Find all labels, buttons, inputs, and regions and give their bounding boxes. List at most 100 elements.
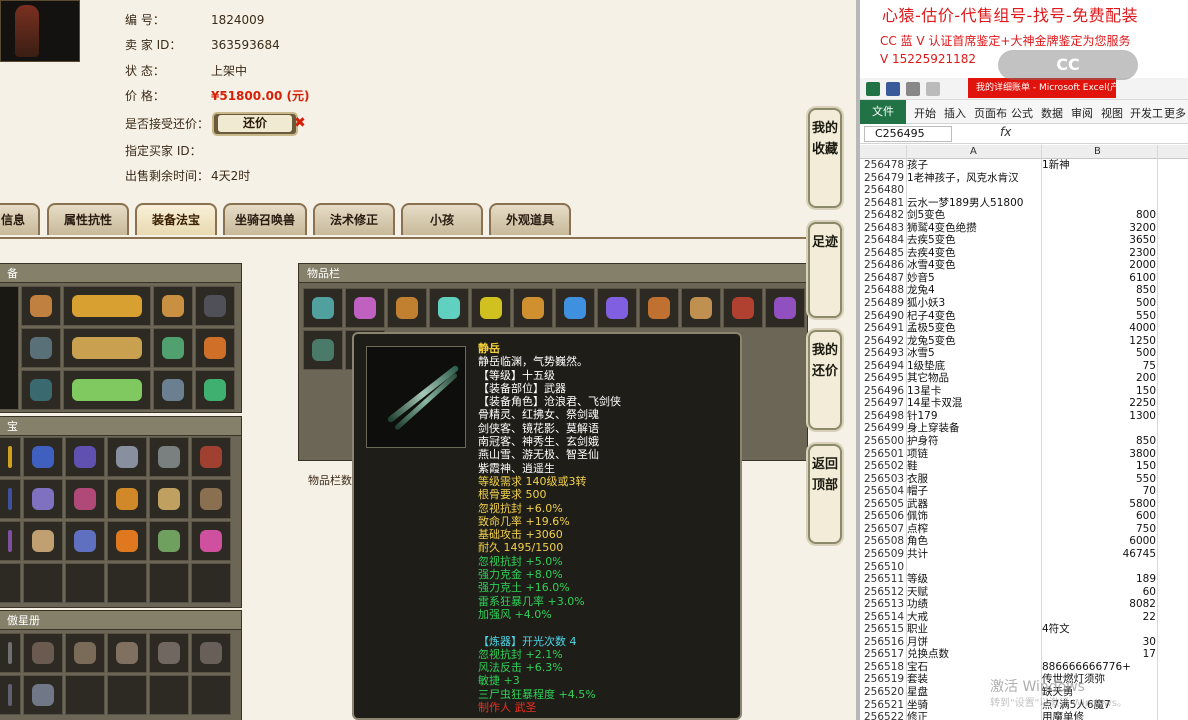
sheet-row[interactable]: 256479 1老神孩子，风克水肯汉 xyxy=(860,172,1188,185)
tab-info[interactable]: 信息 xyxy=(0,203,40,235)
treasure-slot[interactable] xyxy=(107,479,147,519)
cell-b[interactable]: 5800 xyxy=(1042,498,1156,511)
close-icon[interactable]: ✖ xyxy=(294,115,306,131)
sheet-row[interactable]: 256488 龙兔4 850 xyxy=(860,284,1188,297)
sheet-row[interactable]: 256493 冰雪5 500 xyxy=(860,347,1188,360)
star-slot[interactable] xyxy=(107,633,147,673)
sheet-row[interactable]: 256486 冰雪4变色 2000 xyxy=(860,259,1188,272)
ribbon-tab-insert[interactable]: 插入 xyxy=(944,105,966,121)
inventory-slot[interactable] xyxy=(723,288,763,328)
cell-a[interactable]: 修正 xyxy=(907,711,1043,720)
inventory-slot[interactable] xyxy=(345,288,385,328)
nav-back-to-top[interactable]: 返回顶部 xyxy=(808,444,842,544)
cell-b[interactable]: 500 xyxy=(1042,297,1156,310)
cell-a[interactable]: 剑5变色 xyxy=(907,209,1043,222)
equip-slot[interactable] xyxy=(153,286,193,326)
sheet-row[interactable]: 256507 点榨 750 xyxy=(860,523,1188,536)
excel-window-title[interactable]: 我的详细账单 - Microsoft Excel(产品... xyxy=(968,78,1116,98)
tab-attributes[interactable]: 属性抗性 xyxy=(47,203,129,235)
equip-slot[interactable] xyxy=(153,328,193,368)
row-number[interactable]: 256487 xyxy=(864,272,908,285)
cell-b[interactable]: 1300 xyxy=(1042,410,1156,423)
cell-b[interactable]: 2250 xyxy=(1042,397,1156,410)
row-number[interactable]: 256479 xyxy=(864,172,908,185)
row-number[interactable]: 256482 xyxy=(864,209,908,222)
row-number[interactable]: 256504 xyxy=(864,485,908,498)
empty-slot[interactable] xyxy=(0,563,21,603)
row-number[interactable]: 256480 xyxy=(864,184,908,197)
name-box[interactable]: C256495 xyxy=(864,126,952,142)
sheet-row[interactable]: 256480 xyxy=(860,184,1188,197)
sheet-row[interactable]: 256500 护身符 850 xyxy=(860,435,1188,448)
treasure-slot[interactable] xyxy=(0,521,21,561)
sheet-row[interactable]: 256513 功绩 8082 xyxy=(860,598,1188,611)
equip-slot[interactable] xyxy=(195,328,235,368)
row-number[interactable]: 256511 xyxy=(864,573,908,586)
row-number[interactable]: 256500 xyxy=(864,435,908,448)
treasure-slot[interactable] xyxy=(149,437,189,477)
row-number[interactable]: 256517 xyxy=(864,648,908,661)
cell-b[interactable]: 2000 xyxy=(1042,259,1156,272)
cell-a[interactable]: 1老神孩子，风克水肯汉 xyxy=(907,172,1043,185)
cell-b[interactable]: 800 xyxy=(1042,209,1156,222)
row-number[interactable]: 256498 xyxy=(864,410,908,423)
empty-slot[interactable] xyxy=(23,563,63,603)
row-number[interactable]: 256495 xyxy=(864,372,908,385)
cell-a[interactable]: 武器 xyxy=(907,498,1043,511)
star-slot[interactable] xyxy=(23,675,63,715)
ribbon-tab-developer[interactable]: 开发工 xyxy=(1130,105,1163,121)
inventory-slot[interactable] xyxy=(597,288,637,328)
equip-slot[interactable] xyxy=(153,370,193,410)
empty-slot[interactable] xyxy=(107,675,147,715)
equip-slot[interactable] xyxy=(195,286,235,326)
inventory-slot[interactable] xyxy=(639,288,679,328)
star-slot[interactable] xyxy=(0,675,21,715)
sheet-row[interactable]: 256502 鞋 150 xyxy=(860,460,1188,473)
cell-b[interactable]: 6100 xyxy=(1042,272,1156,285)
cell-b[interactable]: 3200 xyxy=(1042,222,1156,235)
row-number[interactable]: 256490 xyxy=(864,310,908,323)
treasure-slot[interactable] xyxy=(23,437,63,477)
cell-a[interactable]: 针179 xyxy=(907,410,1043,423)
sheet-row[interactable]: 256511 等级 189 xyxy=(860,573,1188,586)
cell-a[interactable]: 点榨 xyxy=(907,523,1043,536)
inventory-slot[interactable] xyxy=(513,288,553,328)
cell-a[interactable]: 13星卡 xyxy=(907,385,1043,398)
row-number[interactable]: 256513 xyxy=(864,598,908,611)
row-number[interactable]: 256484 xyxy=(864,234,908,247)
star-slot[interactable] xyxy=(23,633,63,673)
cell-a[interactable]: 云水一梦189男人51800 xyxy=(907,197,1043,210)
sheet-row[interactable]: 256518 宝石 886666666776+ xyxy=(860,661,1188,674)
sheet-row[interactable]: 256516 月饼 30 xyxy=(860,636,1188,649)
cell-a[interactable]: 1级垫底 xyxy=(907,360,1043,373)
row-number[interactable]: 256514 xyxy=(864,611,908,624)
sheet-row[interactable]: 256522 修正 用魔单修 xyxy=(860,711,1188,720)
cell-b[interactable]: 3800 xyxy=(1042,448,1156,461)
cell-b[interactable]: 4符文 xyxy=(1042,623,1156,636)
inventory-slot[interactable] xyxy=(681,288,721,328)
equip-slot[interactable] xyxy=(21,286,61,326)
sheet-row[interactable]: 256506 佩饰 600 xyxy=(860,510,1188,523)
treasure-slot[interactable] xyxy=(65,437,105,477)
ribbon-tab-file[interactable]: 文件 xyxy=(860,100,906,124)
sheet-row[interactable]: 256482 剑5变色 800 xyxy=(860,209,1188,222)
sheet-row[interactable]: 256512 天赋 60 xyxy=(860,586,1188,599)
cell-b[interactable]: 2300 xyxy=(1042,247,1156,260)
nav-my-offers[interactable]: 我的还价 xyxy=(808,330,842,430)
cell-b[interactable]: 6000 xyxy=(1042,535,1156,548)
row-number[interactable]: 256515 xyxy=(864,623,908,636)
counter-offer-button[interactable]: 还价 xyxy=(212,112,298,136)
treasure-slot[interactable] xyxy=(149,521,189,561)
equip-slot[interactable] xyxy=(63,328,151,368)
star-slot[interactable] xyxy=(65,633,105,673)
ribbon-tab-review[interactable]: 审阅 xyxy=(1071,105,1093,121)
row-number[interactable]: 256502 xyxy=(864,460,908,473)
undo-icon[interactable] xyxy=(906,82,920,96)
row-number[interactable]: 256486 xyxy=(864,259,908,272)
equip-slot[interactable] xyxy=(63,370,151,410)
sheet-row[interactable]: 256498 针179 1300 xyxy=(860,410,1188,423)
row-number[interactable]: 256507 xyxy=(864,523,908,536)
row-number[interactable]: 256489 xyxy=(864,297,908,310)
sheet-row[interactable]: 256489 狐小妖3 500 xyxy=(860,297,1188,310)
cell-a[interactable]: 角色 xyxy=(907,535,1043,548)
